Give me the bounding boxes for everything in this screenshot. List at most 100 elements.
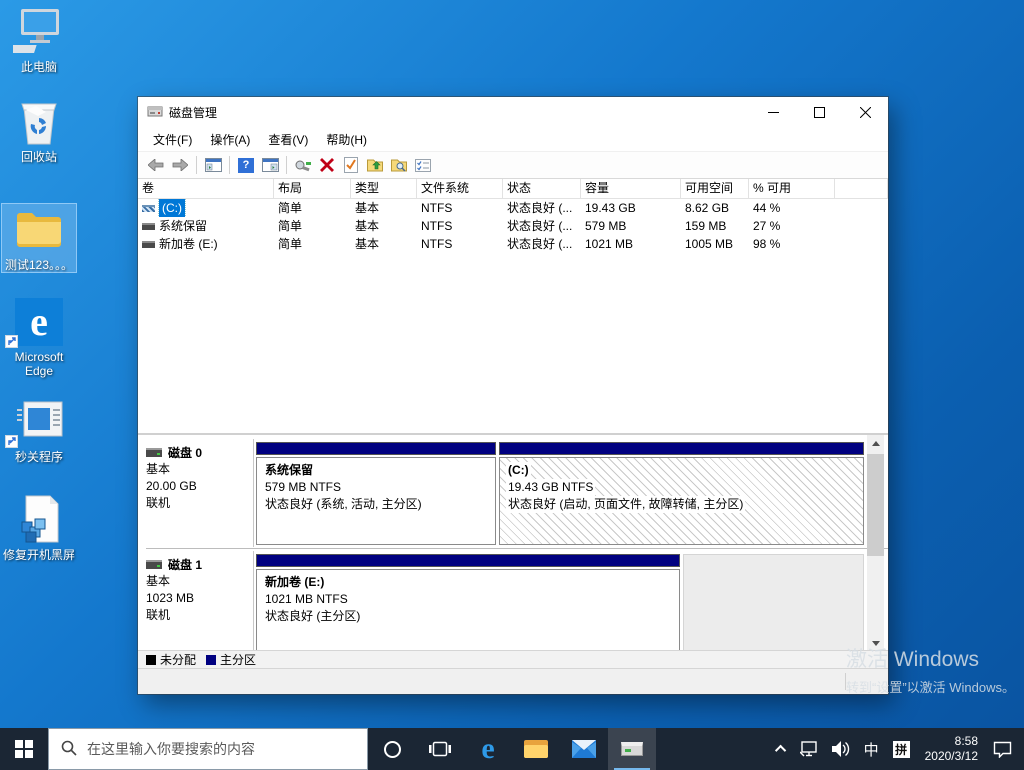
maximize-button[interactable] (796, 97, 842, 127)
scrollbar-thumb[interactable] (867, 454, 884, 556)
partition-name: 系统保留 (263, 462, 315, 479)
cell-fs: NTFS (417, 199, 503, 217)
mail-icon (572, 740, 596, 758)
table-row[interactable]: (C:) 简单 基本 NTFS 状态良好 (... 19.43 GB 8.62 … (138, 199, 888, 217)
taskbar: e 中 拼 8:58 2020/3/12 (0, 728, 1024, 770)
inspect-tool-icon[interactable] (291, 154, 315, 176)
task-view-button[interactable] (416, 728, 464, 770)
status-bar (138, 668, 888, 694)
app-window-icon (1, 396, 77, 448)
delete-icon[interactable] (315, 154, 339, 176)
vertical-scrollbar[interactable] (867, 435, 884, 650)
console-tree-icon[interactable] (201, 154, 225, 176)
partition-new-volume-e[interactable]: 新加卷 (E:) 1021 MB NTFS 状态良好 (主分区) (256, 554, 680, 650)
column-header-capacity[interactable]: 容量 (581, 179, 681, 199)
ime-language-indicator[interactable]: 中 (857, 728, 886, 770)
volume-icon[interactable] (825, 728, 857, 770)
cell-fs: NTFS (417, 235, 503, 253)
disk0-label[interactable]: 磁盘 0 基本 20.00 GB 联机 (146, 439, 253, 512)
cell-pct: 44 % (749, 199, 835, 217)
start-button[interactable] (0, 728, 48, 770)
scroll-down-icon[interactable] (867, 635, 884, 650)
taskbar-disk-management-button[interactable] (608, 728, 656, 770)
taskbar-edge-button[interactable]: e (464, 728, 512, 770)
menu-action[interactable]: 操作(A) (201, 128, 259, 151)
folder-up-icon[interactable] (363, 154, 387, 176)
legend-label: 未分配 (160, 651, 196, 668)
cell-type: 基本 (351, 217, 417, 235)
column-header-volume[interactable]: 卷 (138, 179, 274, 199)
task-view-icon (429, 741, 451, 757)
column-header-type[interactable]: 类型 (351, 179, 417, 199)
desktop-icon-recycle-bin[interactable]: 回收站 (1, 96, 77, 164)
folder-search-icon[interactable] (387, 154, 411, 176)
disk-type: 基本 (146, 573, 253, 590)
column-header-free-space[interactable]: 可用空间 (681, 179, 749, 199)
disk-status: 联机 (146, 607, 253, 624)
help-icon[interactable]: ? (234, 154, 258, 176)
desktop-icon-label: 测试123。。。 (2, 258, 76, 272)
legend-label: 主分区 (220, 651, 256, 668)
clock-time: 8:58 (925, 734, 978, 749)
menu-view[interactable]: 查看(V) (259, 128, 317, 151)
disk1-empty-area (683, 554, 864, 650)
forward-icon[interactable] (168, 154, 192, 176)
checklist-icon[interactable] (411, 154, 435, 176)
partition-status: 状态良好 (启动, 页面文件, 故障转储, 主分区) (506, 496, 745, 513)
properties-check-icon[interactable] (339, 154, 363, 176)
cortana-button[interactable] (368, 728, 416, 770)
partition-c-drive[interactable]: (C:) 19.43 GB NTFS 状态良好 (启动, 页面文件, 故障转储,… (499, 442, 864, 545)
disk-name: 磁盘 1 (168, 556, 202, 573)
desktop-icon-close-app[interactable]: 秒关程序 (1, 396, 77, 464)
title-bar[interactable]: 磁盘管理 (138, 97, 888, 127)
column-header-pct-free[interactable]: % 可用 (749, 179, 835, 199)
ime-mode-badge: 拼 (893, 741, 910, 758)
taskbar-search[interactable] (48, 728, 368, 770)
desktop-icon-edge[interactable]: e Microsoft Edge (1, 296, 77, 378)
minimize-button[interactable] (750, 97, 796, 127)
menu-file[interactable]: 文件(F) (144, 128, 201, 151)
recycle-bin-icon (1, 96, 77, 148)
ime-mode-indicator[interactable]: 拼 (886, 728, 917, 770)
partition-type-band (256, 442, 496, 455)
menu-help[interactable]: 帮助(H) (317, 128, 376, 151)
taskbar-file-explorer-button[interactable] (512, 728, 560, 770)
file-explorer-icon (524, 740, 548, 758)
edge-icon: e (481, 734, 494, 764)
cell-type: 基本 (351, 235, 417, 253)
table-row[interactable]: 系统保留 简单 基本 NTFS 状态良好 (... 579 MB 159 MB … (138, 217, 888, 235)
taskbar-clock[interactable]: 8:58 2020/3/12 (917, 734, 986, 764)
volume-list-pane: 卷 布局 类型 文件系统 状态 容量 可用空间 % 可用 (C:) 简单 基本 … (138, 179, 888, 430)
cell-pct: 27 % (749, 217, 835, 235)
column-header-filesystem[interactable]: 文件系统 (417, 179, 503, 199)
tray-overflow-chevron-icon[interactable] (771, 728, 793, 770)
desktop-icon-test-folder[interactable]: 测试123。。。 (1, 203, 77, 273)
scroll-up-icon[interactable] (867, 435, 884, 452)
back-icon[interactable] (144, 154, 168, 176)
taskbar-mail-button[interactable] (560, 728, 608, 770)
volume-icon (142, 223, 155, 230)
cell-free: 1005 MB (681, 235, 749, 253)
column-header-status[interactable]: 状态 (503, 179, 581, 199)
volume-table-header: 卷 布局 类型 文件系统 状态 容量 可用空间 % 可用 (138, 179, 888, 199)
action-center-button[interactable] (986, 728, 1024, 770)
unallocated-swatch (146, 655, 156, 665)
search-input[interactable] (87, 741, 327, 757)
cell-layout: 简单 (274, 217, 351, 235)
network-icon[interactable] (793, 728, 825, 770)
partition-name: 新加卷 (E:) (263, 574, 326, 591)
legend-bar: 未分配 主分区 (138, 650, 888, 668)
shortcut-arrow-icon (5, 335, 18, 348)
this-pc-icon (1, 6, 77, 58)
column-header-layout[interactable]: 布局 (274, 179, 351, 199)
cell-status: 状态良好 (... (503, 217, 581, 235)
shortcut-arrow-icon (5, 435, 18, 448)
desktop-icon-fix-black-screen[interactable]: 修复开机黑屏 (1, 494, 77, 562)
disk1-label[interactable]: 磁盘 1 基本 1023 MB 联机 (146, 551, 253, 624)
action-pane-icon[interactable] (258, 154, 282, 176)
close-button[interactable] (842, 97, 888, 127)
table-row[interactable]: 新加卷 (E:) 简单 基本 NTFS 状态良好 (... 1021 MB 10… (138, 235, 888, 253)
cell-pct: 98 % (749, 235, 835, 253)
desktop-icon-this-pc[interactable]: 此电脑 (1, 6, 77, 74)
partition-system-reserved[interactable]: 系统保留 579 MB NTFS 状态良好 (系统, 活动, 主分区) (256, 442, 496, 545)
